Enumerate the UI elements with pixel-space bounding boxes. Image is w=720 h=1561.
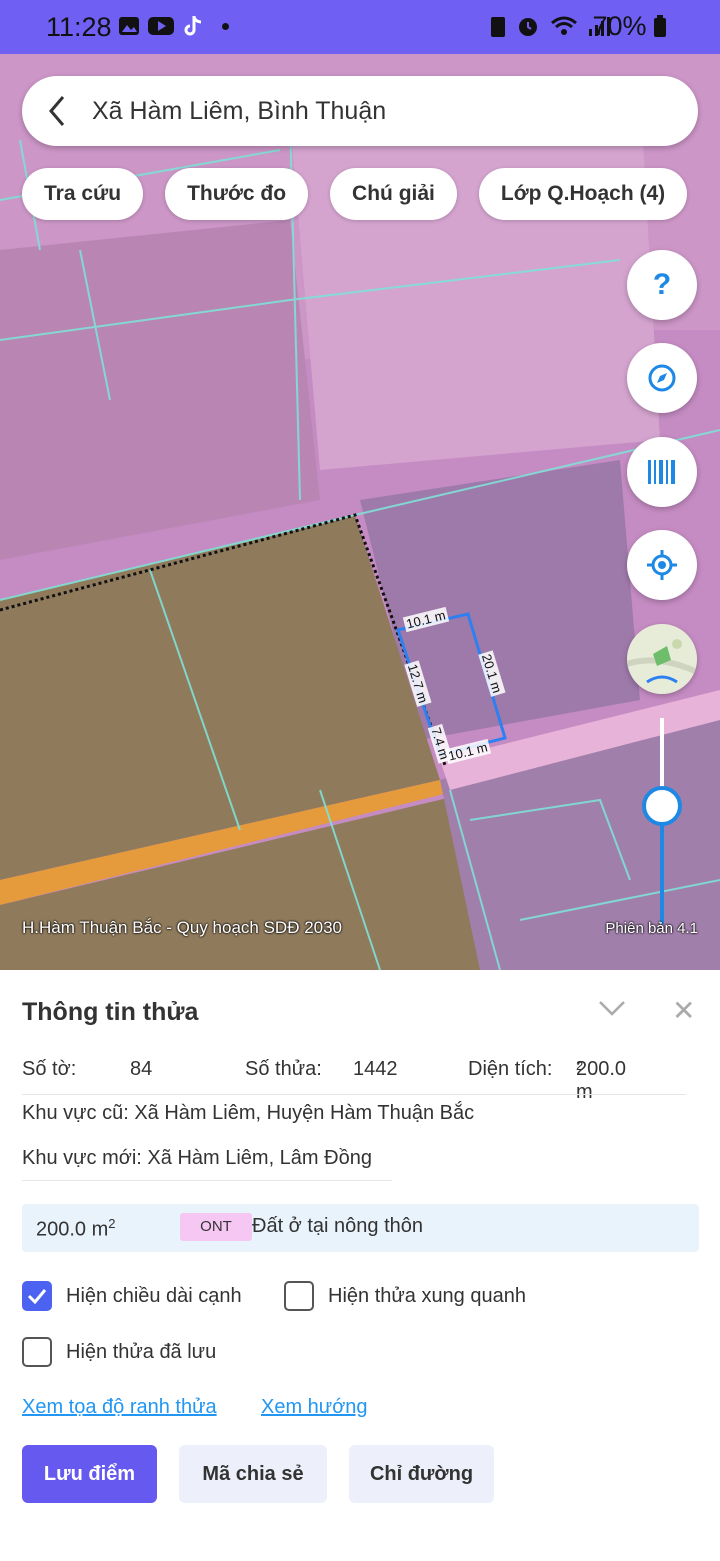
checkbox-label: Hiện thửa xung quanh [328, 1284, 526, 1307]
app-version: Phiên bản 4.1 [605, 920, 698, 937]
compass-icon [648, 364, 676, 392]
so-thua-label: Số thửa: [245, 1058, 322, 1080]
dien-tich-label: Diện tích: [468, 1058, 553, 1080]
back-arrow-icon [49, 96, 65, 126]
checkbox-edge-length[interactable]: Hiện chiều dài cạnh [22, 1281, 242, 1311]
checkbox-label: Hiện chiều dài cạnh [66, 1284, 242, 1307]
checkbox-saved-parcels[interactable]: Hiện thửa đã lưu [22, 1337, 216, 1367]
chip-lop-quy-hoach[interactable]: Lớp Q.Hoạch (4) [478, 168, 688, 220]
crosshair-icon [647, 550, 677, 580]
land-area: 200.0 m2 [36, 1216, 116, 1241]
dot-icon [222, 22, 229, 30]
new-area: Khu vực mới: Xã Hàm Liêm, Lâm Đồng [22, 1147, 372, 1169]
old-area: Khu vực cũ: Xã Hàm Liêm, Huyện Hàm Thuận… [22, 1102, 475, 1124]
compass-button[interactable] [627, 343, 697, 413]
view-direction-link[interactable]: Xem hướng [261, 1396, 368, 1419]
clock: 11:28 [46, 12, 112, 42]
battery-saver-icon [491, 17, 505, 37]
help-button[interactable]: ? [627, 250, 697, 320]
divider [22, 1094, 686, 1095]
land-code-badge: ONT [180, 1213, 252, 1241]
checkbox-unchecked-icon[interactable] [22, 1337, 52, 1367]
so-to-label: Số tờ: [22, 1058, 77, 1080]
land-use-row: 200.0 m2 ONT Đất ở tại nông thôn [22, 1204, 699, 1252]
dien-tich-value: 200.0 m2 [576, 1058, 627, 1103]
tiktok-icon [184, 16, 202, 36]
youtube-icon [148, 17, 174, 35]
map-layer-caption: H.Hàm Thuận Bắc - Quy hoạch SDĐ 2030 [22, 918, 343, 937]
chip-tra-cuu[interactable]: Tra cứu [22, 168, 144, 220]
parcel-info-panel: Thông tin thửa ✕ Số tờ: 84 Số thửa: 1442… [0, 970, 720, 1561]
map-tool-chips: Tra cứu Thước đo Chú giải Lớp Q.Hoạch (4… [22, 168, 688, 220]
battery-level: 70% [592, 11, 666, 42]
gallery-icon [119, 17, 139, 35]
collapse-icon[interactable] [598, 996, 626, 1020]
so-to-value: 84 [130, 1058, 153, 1080]
checkbox-checked-icon[interactable] [22, 1281, 52, 1311]
so-thua-value: 1442 [353, 1058, 398, 1080]
status-bar: 11:28 70% [0, 0, 720, 54]
share-code-button[interactable]: Mã chia sẻ [179, 1445, 327, 1503]
directions-button[interactable]: Chỉ đường [349, 1445, 494, 1503]
save-point-button[interactable]: Lưu điểm [22, 1445, 157, 1503]
search-bar[interactable]: Xã Hàm Liêm, Bình Thuận [22, 76, 698, 146]
chip-chu-giai[interactable]: Chú giải [330, 168, 457, 220]
layer-thumbnail-button[interactable] [627, 624, 697, 694]
close-icon[interactable]: ✕ [672, 994, 695, 1027]
barcode-button[interactable] [627, 437, 697, 507]
wifi-icon [551, 16, 577, 35]
checkbox-unchecked-icon[interactable] [284, 1281, 314, 1311]
help-icon: ? [652, 268, 672, 301]
battery-icon [654, 15, 666, 37]
land-description: Đất ở tại nông thôn [252, 1215, 424, 1237]
barcode-icon [648, 460, 675, 484]
map-thumbnail-icon [627, 624, 697, 694]
my-location-button[interactable] [627, 530, 697, 600]
divider [22, 1180, 392, 1181]
checkbox-label: Hiện thửa đã lưu [66, 1340, 217, 1363]
parcel-summary-row: Số tờ: 84 Số thửa: 1442 Diện tích: 200.0… [22, 1058, 702, 1103]
notification-icons [118, 14, 229, 38]
checkbox-neighbors[interactable]: Hiện thửa xung quanh [284, 1281, 526, 1311]
chip-thuoc-do[interactable]: Thước đo [165, 168, 309, 220]
panel-title: Thông tin thửa [22, 998, 199, 1026]
alarm-icon [519, 18, 537, 36]
view-coordinates-link[interactable]: Xem tọa độ ranh thửa [22, 1396, 217, 1419]
back-button[interactable] [22, 76, 92, 146]
zoom-slider-handle[interactable] [642, 786, 682, 826]
location-title: Xã Hàm Liêm, Bình Thuận [92, 96, 387, 125]
